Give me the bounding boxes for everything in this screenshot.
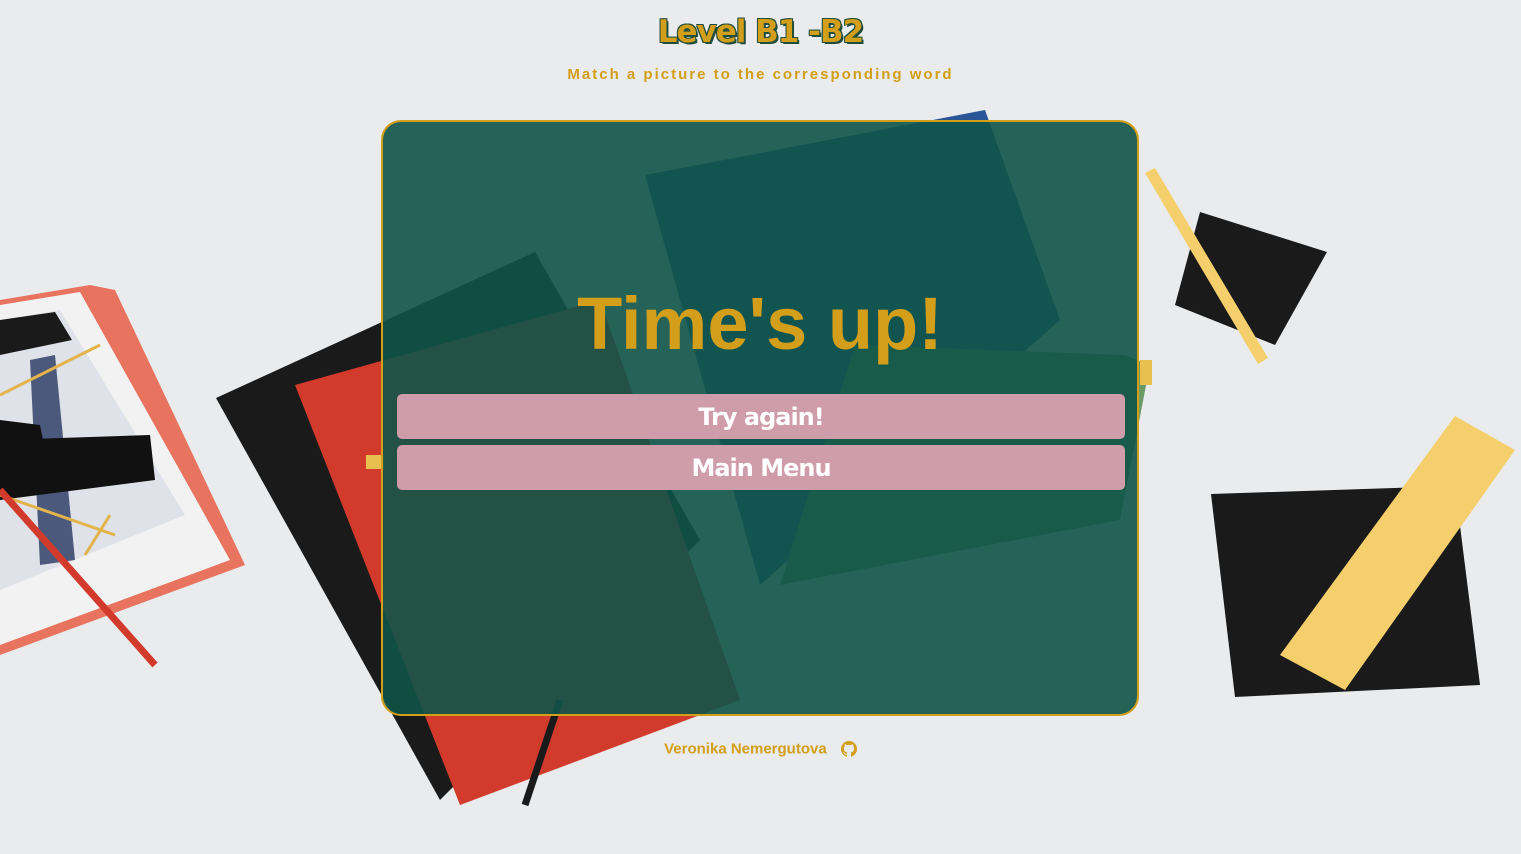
author-name: Veronika Nemergutova (664, 740, 827, 758)
book-illustration (0, 285, 245, 668)
footer: Veronika Nemergutova (0, 740, 1521, 758)
page-subtitle: Match a picture to the corresponding wor… (567, 66, 954, 83)
result-heading: Time's up! (577, 282, 943, 365)
main-menu-button[interactable]: Main Menu (397, 445, 1125, 490)
github-icon-glyph (840, 741, 857, 757)
game-panel: Time's up! Try again! Main Menu (381, 120, 1139, 716)
github-icon[interactable] (840, 741, 857, 757)
page-title: Level B1 -B2 (657, 14, 864, 50)
try-again-button[interactable]: Try again! (397, 394, 1125, 439)
right-shapes (1145, 168, 1515, 697)
